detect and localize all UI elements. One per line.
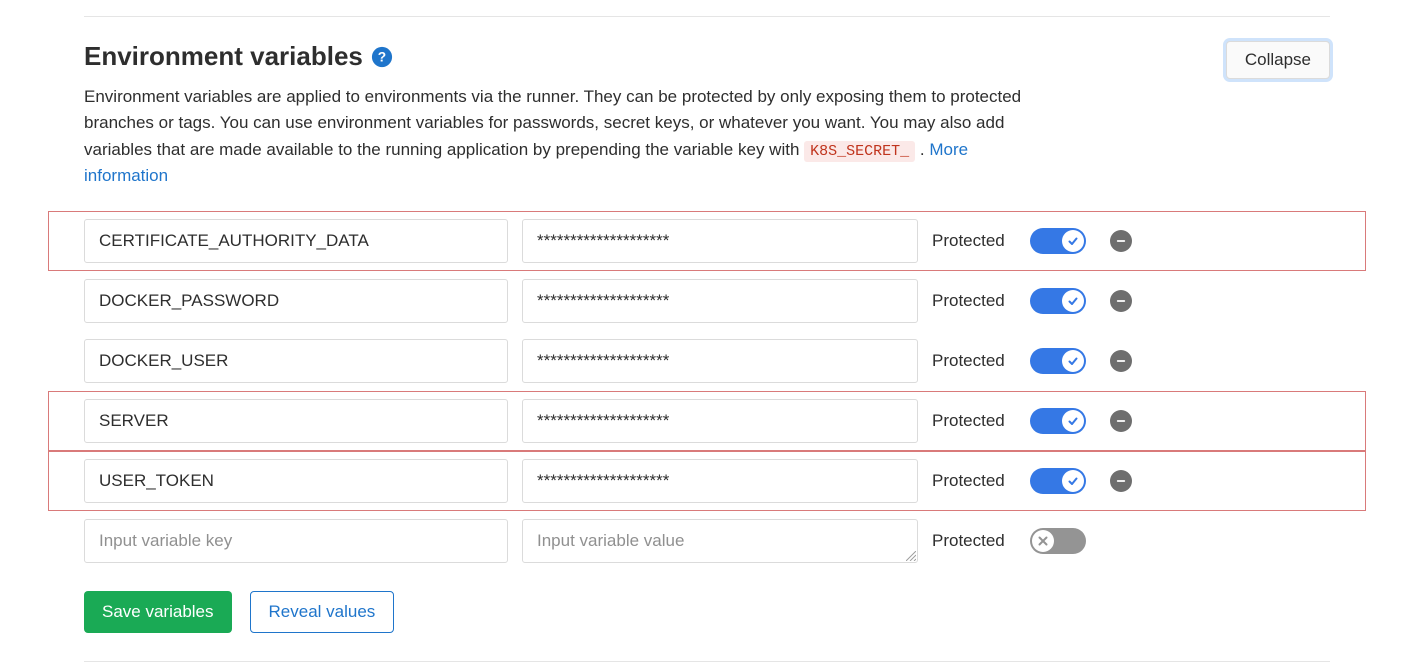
variables-list: Protected Protected Protected Protected	[84, 211, 1330, 571]
variable-row: Protected	[84, 211, 1330, 271]
remove-variable-button[interactable]	[1110, 350, 1132, 372]
variable-row: Protected	[84, 271, 1330, 331]
remove-variable-button[interactable]	[1110, 230, 1132, 252]
protected-toggle[interactable]	[1030, 348, 1086, 374]
variable-value-input[interactable]	[522, 339, 918, 383]
protected-toggle[interactable]	[1030, 468, 1086, 494]
protected-label: Protected	[932, 411, 1016, 431]
protected-label: Protected	[932, 531, 1016, 551]
collapse-button[interactable]: Collapse	[1226, 41, 1330, 79]
remove-variable-button[interactable]	[1110, 290, 1132, 312]
protected-label: Protected	[932, 231, 1016, 251]
svg-text:?: ?	[378, 49, 386, 64]
protected-toggle[interactable]	[1030, 228, 1086, 254]
section-description: Environment variables are applied to env…	[84, 84, 1056, 189]
protected-label: Protected	[932, 291, 1016, 311]
reveal-button[interactable]: Reveal values	[250, 591, 395, 633]
variable-row: Protected	[84, 331, 1330, 391]
protected-toggle[interactable]	[1030, 288, 1086, 314]
variable-key-input[interactable]	[84, 219, 508, 263]
variable-value-input[interactable]	[522, 519, 918, 563]
help-icon[interactable]: ?	[371, 46, 393, 68]
variable-value-input[interactable]	[522, 459, 918, 503]
variable-value-input[interactable]	[522, 399, 918, 443]
variable-key-input[interactable]	[84, 459, 508, 503]
protected-toggle[interactable]	[1030, 408, 1086, 434]
protected-label: Protected	[932, 351, 1016, 371]
save-button[interactable]: Save variables	[84, 591, 232, 633]
variable-row: Protected	[84, 451, 1330, 511]
variable-key-input[interactable]	[84, 519, 508, 563]
section-title: Environment variables ?	[84, 41, 1056, 72]
variable-value-input[interactable]	[522, 219, 918, 263]
desc-code: K8S_SECRET_	[804, 141, 915, 162]
protected-label: Protected	[932, 471, 1016, 491]
variable-key-input[interactable]	[84, 339, 508, 383]
variable-key-input[interactable]	[84, 399, 508, 443]
title-text: Environment variables	[84, 41, 363, 72]
variable-row-new: Protected	[84, 511, 1330, 571]
remove-variable-button[interactable]	[1110, 410, 1132, 432]
remove-variable-button[interactable]	[1110, 470, 1132, 492]
desc-text-2: .	[920, 140, 929, 159]
protected-toggle[interactable]	[1030, 528, 1086, 554]
divider-top	[84, 16, 1330, 17]
variable-row: Protected	[84, 391, 1330, 451]
variable-key-input[interactable]	[84, 279, 508, 323]
variable-value-input[interactable]	[522, 279, 918, 323]
